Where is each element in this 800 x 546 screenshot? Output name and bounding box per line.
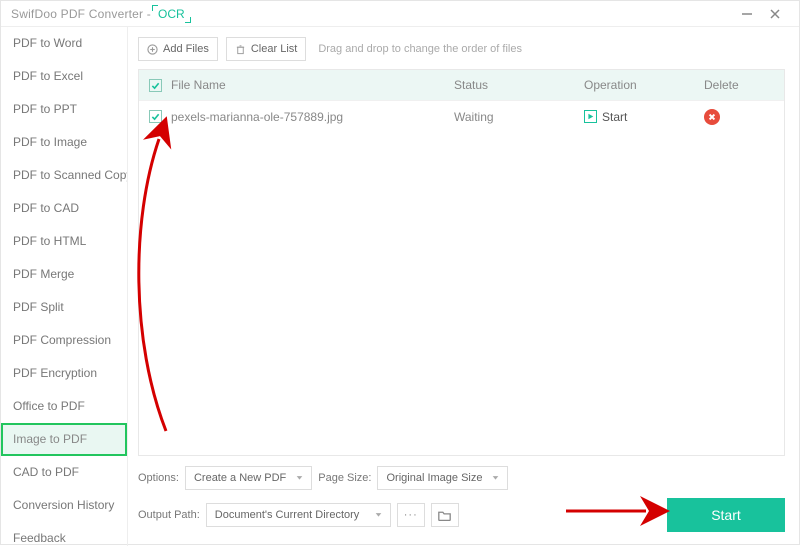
row-checkbox[interactable] <box>149 110 162 123</box>
sidebar-item-pdf-to-excel[interactable]: PDF to Excel <box>1 60 127 93</box>
toolbar: Add Files Clear List Drag and drop to ch… <box>138 37 785 61</box>
header-filename: File Name <box>171 78 454 92</box>
minimize-icon <box>742 9 752 19</box>
row-start-button[interactable]: Start <box>584 110 627 124</box>
browse-folder-button[interactable] <box>431 503 459 527</box>
clear-list-button[interactable]: Clear List <box>226 37 306 61</box>
options-select-value: Create a New PDF <box>194 472 286 484</box>
close-icon <box>770 9 780 19</box>
sidebar-item-image-to-pdf[interactable]: Image to PDF <box>1 423 127 456</box>
file-table: File Name Status Operation Delete pexels… <box>138 69 785 456</box>
header-delete: Delete <box>704 78 784 92</box>
sidebar-item-pdf-to-cad[interactable]: PDF to CAD <box>1 192 127 225</box>
header-checkbox-cell <box>139 79 171 92</box>
sidebar: PDF to WordPDF to ExcelPDF to PPTPDF to … <box>1 27 128 546</box>
row-start-label: Start <box>602 110 627 124</box>
caret-down-icon <box>492 472 499 484</box>
start-button[interactable]: Start <box>667 498 785 532</box>
caret-down-icon <box>296 472 303 484</box>
sidebar-item-cad-to-pdf[interactable]: CAD to PDF <box>1 456 127 489</box>
main-panel: Add Files Clear List Drag and drop to ch… <box>128 27 799 546</box>
header-operation: Operation <box>584 78 704 92</box>
output-path-select[interactable]: Document's Current Directory <box>206 503 391 527</box>
x-icon <box>708 113 716 121</box>
header-status: Status <box>454 78 584 92</box>
output-path-value: Document's Current Directory <box>215 509 360 521</box>
row-filename: pexels-marianna-ole-757889.jpg <box>171 110 454 124</box>
check-icon <box>151 112 160 121</box>
sidebar-item-pdf-merge[interactable]: PDF Merge <box>1 258 127 291</box>
sidebar-item-pdf-compression[interactable]: PDF Compression <box>1 324 127 357</box>
sidebar-item-pdf-encryption[interactable]: PDF Encryption <box>1 357 127 390</box>
titlebar: SwifDoo PDF Converter - OCR <box>1 1 799 27</box>
caret-down-icon <box>375 509 382 521</box>
table-row: pexels-marianna-ole-757889.jpgWaiting Sta… <box>139 100 784 132</box>
table-header: File Name Status Operation Delete <box>139 70 784 100</box>
play-icon <box>584 110 597 123</box>
sidebar-item-pdf-to-image[interactable]: PDF to Image <box>1 126 127 159</box>
sidebar-item-feedback[interactable]: Feedback <box>1 522 127 546</box>
add-files-button[interactable]: Add Files <box>138 37 218 61</box>
row-status: Waiting <box>454 110 584 124</box>
pagesize-label: Page Size: <box>318 472 371 484</box>
plus-circle-icon <box>147 44 158 55</box>
ocr-badge[interactable]: OCR <box>153 6 190 22</box>
options-row: Options: Create a New PDF Page Size: Ori… <box>138 466 785 490</box>
trash-icon <box>235 44 246 55</box>
check-icon <box>151 81 160 90</box>
sidebar-item-conversion-history[interactable]: Conversion History <box>1 489 127 522</box>
output-path-label: Output Path: <box>138 509 200 521</box>
toolbar-hint: Drag and drop to change the order of fil… <box>318 43 522 55</box>
minimize-button[interactable] <box>733 1 761 27</box>
options-label: Options: <box>138 472 179 484</box>
row-delete-button[interactable] <box>704 109 720 125</box>
sidebar-item-pdf-split[interactable]: PDF Split <box>1 291 127 324</box>
clear-list-label: Clear List <box>251 43 297 55</box>
pagesize-select-value: Original Image Size <box>386 472 482 484</box>
start-button-label: Start <box>711 507 741 523</box>
output-row: Output Path: Document's Current Director… <box>138 498 785 532</box>
close-button[interactable] <box>761 1 789 27</box>
sidebar-item-pdf-to-word[interactable]: PDF to Word <box>1 27 127 60</box>
sidebar-item-office-to-pdf[interactable]: Office to PDF <box>1 390 127 423</box>
app-title: SwifDoo PDF Converter - <box>11 7 151 21</box>
sidebar-item-pdf-to-scanned-copy[interactable]: PDF to Scanned Copy <box>1 159 127 192</box>
folder-icon <box>438 509 451 522</box>
pagesize-select[interactable]: Original Image Size <box>377 466 508 490</box>
sidebar-item-pdf-to-ppt[interactable]: PDF to PPT <box>1 93 127 126</box>
add-files-label: Add Files <box>163 43 209 55</box>
more-path-button[interactable]: ··· <box>397 503 425 527</box>
ellipsis-icon: ··· <box>404 509 418 521</box>
options-select[interactable]: Create a New PDF <box>185 466 312 490</box>
sidebar-item-pdf-to-html[interactable]: PDF to HTML <box>1 225 127 258</box>
select-all-checkbox[interactable] <box>149 79 162 92</box>
